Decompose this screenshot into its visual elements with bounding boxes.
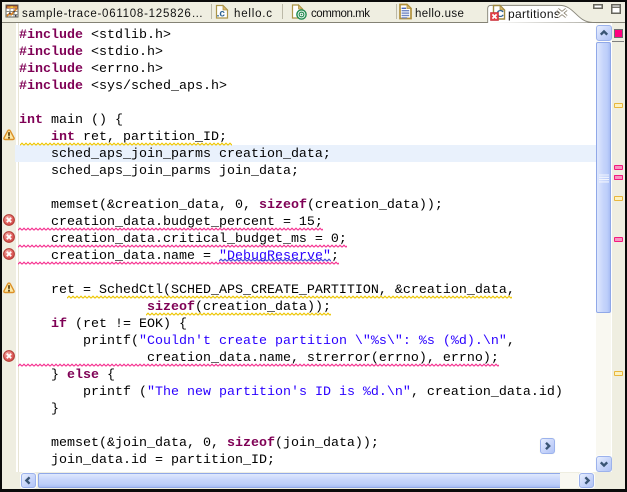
svg-text:.c: .c [217,9,226,20]
